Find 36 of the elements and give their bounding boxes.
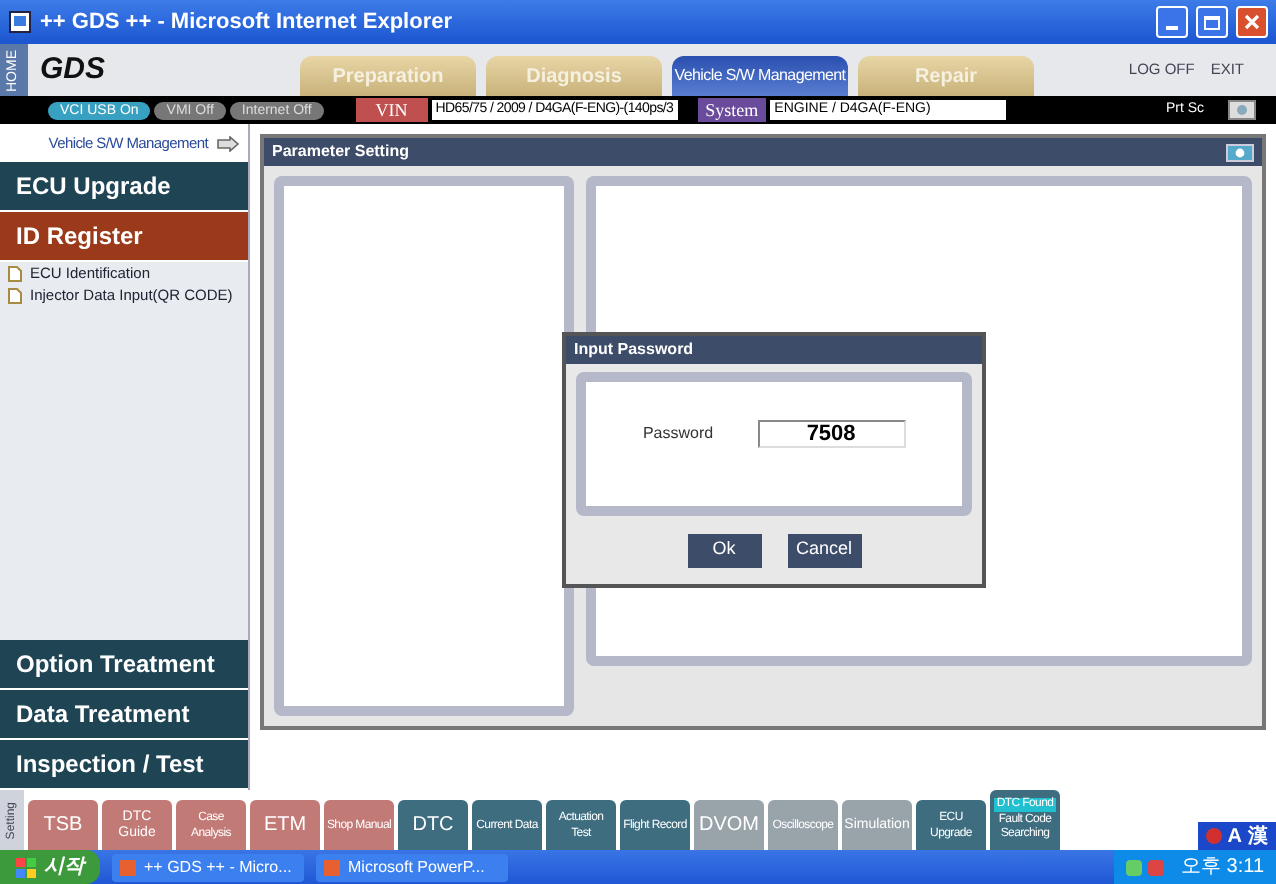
app-icon bbox=[120, 859, 136, 875]
logo: GDS bbox=[38, 49, 108, 90]
windows-logo-icon bbox=[16, 857, 36, 877]
system-label: System bbox=[697, 98, 767, 122]
nav-tab[interactable]: Vehicle S/W Management bbox=[672, 56, 848, 96]
flag-icon bbox=[1205, 828, 1222, 844]
taskbar-button[interactable]: ++ GDS ++ - Micro... bbox=[112, 853, 304, 881]
sidebar-section[interactable]: ECU Upgrade bbox=[0, 162, 248, 213]
dialog-title: Input Password bbox=[574, 338, 694, 362]
sidebar-section[interactable]: Inspection / Test bbox=[0, 740, 248, 790]
sidebar-section[interactable]: Option Treatment bbox=[0, 640, 248, 690]
password-label: Password bbox=[642, 422, 714, 446]
panel-title: Parameter Setting bbox=[272, 140, 411, 164]
clock: 오후 3:11 bbox=[1181, 854, 1264, 882]
dialog-button[interactable]: Ok bbox=[687, 533, 761, 567]
sidebar-section[interactable]: ID Register bbox=[0, 212, 248, 263]
dialog-button[interactable]: Cancel bbox=[787, 533, 861, 567]
tool-button[interactable]: DTC bbox=[398, 800, 468, 850]
maximize-button[interactable] bbox=[1196, 6, 1228, 38]
vin-label: VIN bbox=[355, 98, 428, 122]
close-icon bbox=[1244, 14, 1260, 30]
language-button[interactable]: 漢 bbox=[1248, 821, 1268, 851]
sidebar-section[interactable]: Data Treatment bbox=[0, 690, 248, 740]
browser-icon bbox=[8, 10, 32, 34]
tool-button[interactable]: TSB bbox=[28, 800, 98, 850]
minimize-button[interactable] bbox=[1156, 6, 1188, 38]
password-field[interactable]: 7508 bbox=[757, 420, 906, 448]
start-button[interactable]: 시작 bbox=[0, 850, 100, 884]
close-button[interactable] bbox=[1236, 6, 1268, 38]
camera-icon[interactable] bbox=[1226, 143, 1254, 161]
app-icon bbox=[324, 859, 340, 875]
language-button[interactable]: A bbox=[1227, 821, 1242, 851]
arrow-icon bbox=[216, 135, 240, 152]
taskbar-button[interactable]: Microsoft PowerP... bbox=[316, 853, 508, 881]
window-title: ++ GDS ++ - Microsoft Internet Explorer bbox=[40, 7, 454, 38]
tool-button[interactable]: ETM bbox=[250, 800, 320, 850]
